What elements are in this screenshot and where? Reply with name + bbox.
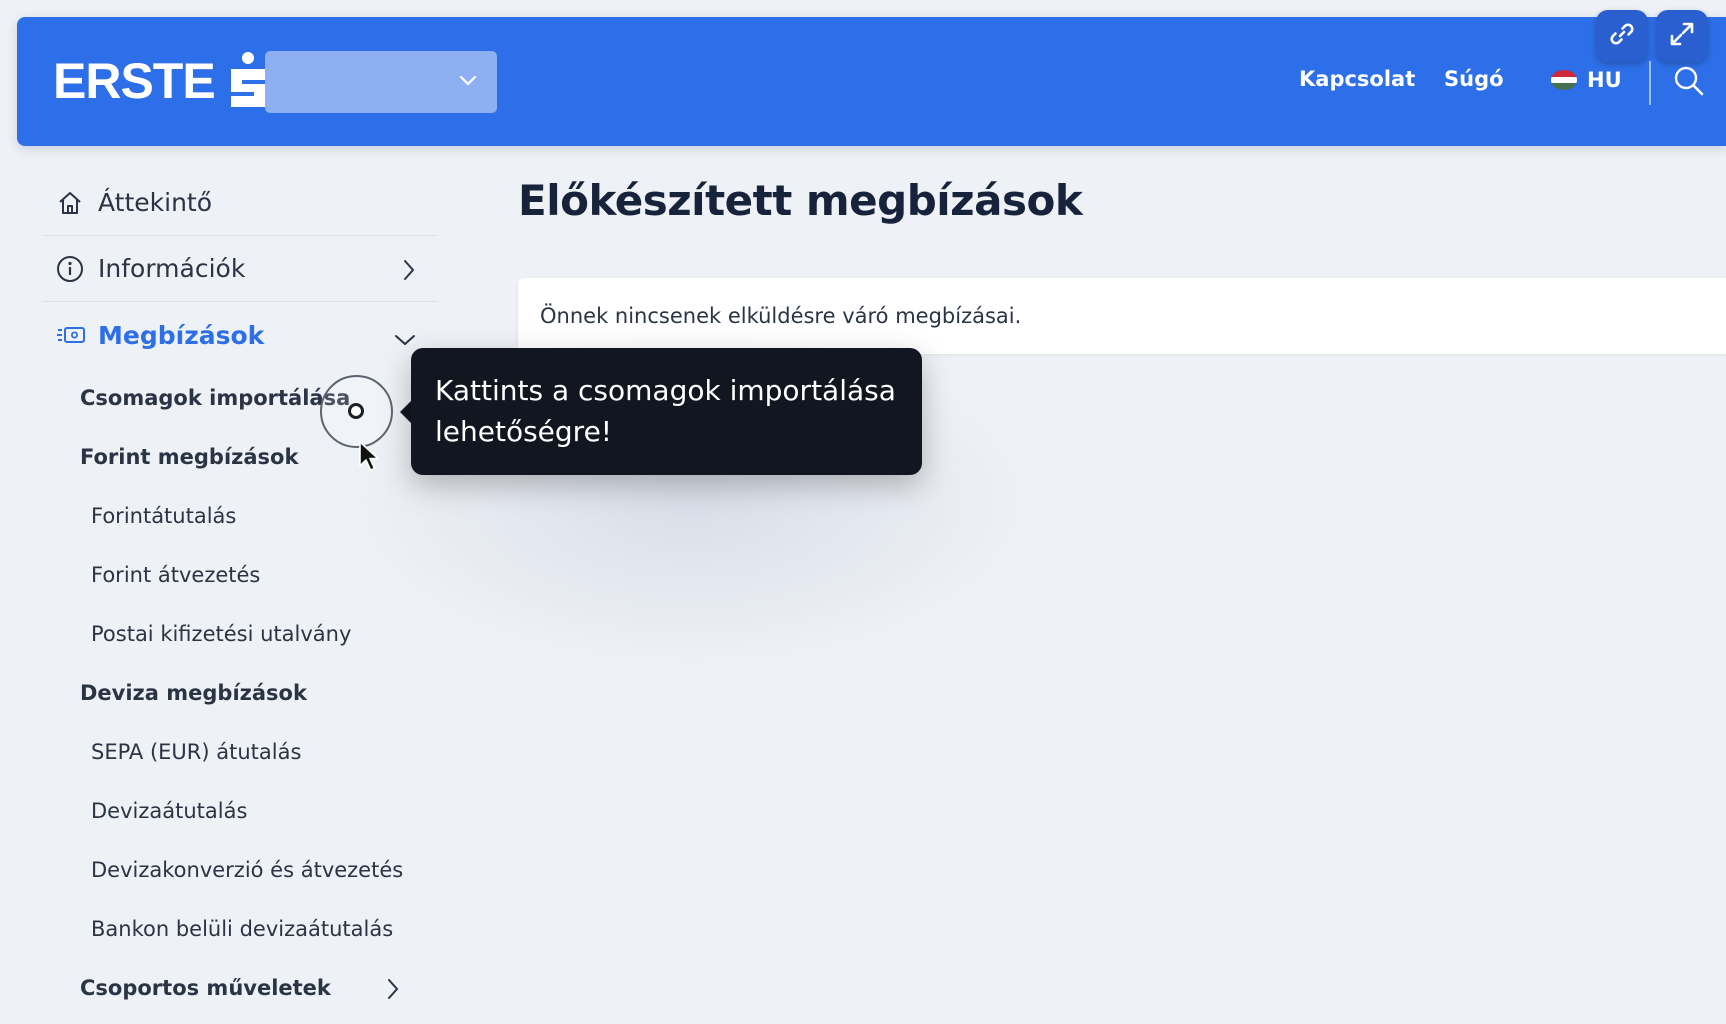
sidebar-item-info[interactable]: Információk	[42, 236, 438, 302]
help-link[interactable]: Súgó	[1444, 67, 1504, 91]
account-select[interactable]	[265, 51, 497, 113]
language-selector[interactable]: HU	[1551, 65, 1622, 95]
search-icon	[1673, 66, 1705, 101]
home-icon	[56, 189, 86, 217]
header-divider	[1649, 61, 1651, 105]
top-header: ERSTE Kapcsolat Súgó HU	[17, 17, 1726, 146]
sidebar-group-fx-orders[interactable]: Deviza megbízások	[42, 663, 438, 722]
sidebar-group-label: Csoportos műveletek	[80, 975, 331, 1000]
fullscreen-button[interactable]	[1656, 10, 1708, 62]
sidebar-item-intrabank-fx-transfer[interactable]: Bankon belüli devizaátutalás	[42, 899, 438, 958]
language-code: HU	[1587, 68, 1622, 92]
sidebar-item-label: Megbízások	[98, 320, 265, 350]
sidebar-item-orders[interactable]: Megbízások	[42, 302, 438, 368]
click-target-dot	[348, 403, 364, 419]
screen: ERSTE Kapcsolat Súgó HU Áttekintő Inform…	[0, 0, 1726, 1024]
sidebar-group-batch-operations[interactable]: Csoportos műveletek	[42, 958, 438, 1017]
sidebar-item-fx-conversion[interactable]: Devizakonverzió és átvezetés	[42, 840, 438, 899]
chevron-right-icon	[386, 978, 400, 1005]
sidebar-item-sepa-transfer[interactable]: SEPA (EUR) átutalás	[42, 722, 438, 781]
erste-logo[interactable]: ERSTE	[53, 51, 271, 111]
contact-link[interactable]: Kapcsolat	[1299, 67, 1415, 91]
payment-orders-icon	[56, 324, 86, 346]
erste-symbol-icon	[225, 51, 271, 111]
sidebar-nav: Áttekintő Információk Megbízások Csomago…	[42, 170, 438, 1017]
tooltip-line-1: Kattints a csomagok importálása	[435, 374, 896, 407]
brand-wordmark: ERSTE	[53, 53, 216, 109]
empty-state-message: Önnek nincsenek elküldésre váró megbízás…	[540, 304, 1022, 328]
chevron-down-icon	[394, 324, 416, 353]
sidebar-group-label: Forint megbízások	[80, 444, 299, 469]
page-title: Előkészített megbízások	[518, 176, 1083, 225]
chevron-down-icon	[459, 72, 477, 91]
hungary-flag-icon	[1551, 70, 1577, 90]
expand-icon	[1668, 20, 1696, 52]
link-icon	[1608, 20, 1636, 52]
search-button[interactable]	[1673, 65, 1705, 101]
sidebar-group-label: Deviza megbízások	[80, 680, 307, 705]
chevron-right-icon	[402, 258, 416, 287]
info-icon	[56, 255, 86, 283]
mouse-cursor-icon	[358, 440, 382, 478]
guide-tooltip: Kattints a csomagok importálása lehetősé…	[411, 348, 922, 475]
tooltip-line-2: lehetőségre!	[435, 415, 613, 448]
sidebar-item-postal-payment-order[interactable]: Postai kifizetési utalvány	[42, 604, 438, 663]
sidebar-item-label: Áttekintő	[98, 188, 213, 217]
sidebar-item-overview[interactable]: Áttekintő	[42, 170, 438, 236]
sidebar-item-label: Információk	[98, 254, 246, 283]
copy-link-button[interactable]	[1596, 10, 1648, 62]
sidebar-item-fx-transfer[interactable]: Devizaátutalás	[42, 781, 438, 840]
sidebar-group-label: Csomagok importálása	[80, 385, 351, 410]
